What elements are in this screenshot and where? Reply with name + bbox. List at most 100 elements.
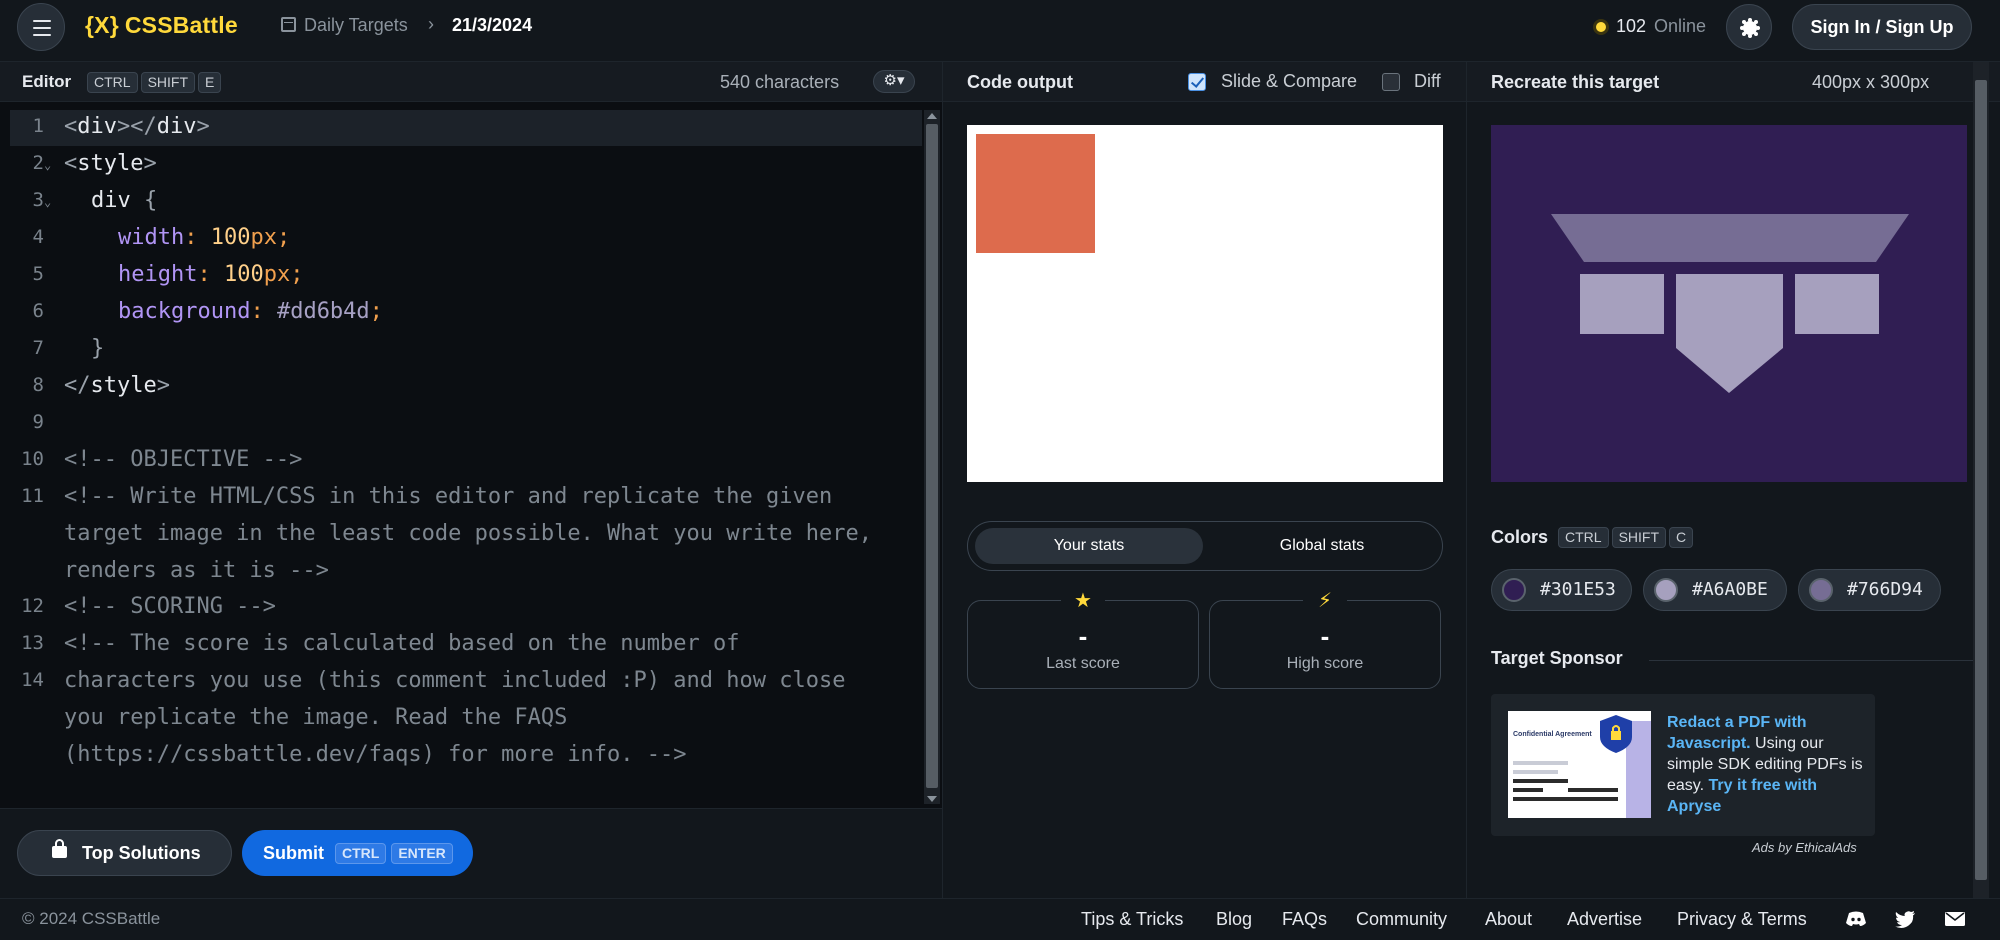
lock-icon — [52, 839, 67, 858]
code-line: } — [91, 336, 105, 361]
line-number: 11 — [21, 485, 44, 507]
line-number: 5 — [32, 263, 44, 285]
line-number: 9 — [32, 411, 44, 433]
color-swatch — [1502, 578, 1526, 602]
fold-chevron-icon[interactable]: ⌄ — [44, 195, 51, 209]
slide-compare-label[interactable]: Slide & Compare — [1221, 71, 1357, 92]
ad-image[interactable]: Confidential Agreement — [1508, 711, 1651, 818]
footer-link-about[interactable]: About — [1485, 909, 1532, 930]
logo-text: CSSBattle — [124, 12, 238, 38]
target-shapes — [1551, 214, 1909, 393]
code-line: <style> — [64, 151, 157, 176]
color-hex: #A6A0BE — [1692, 579, 1768, 600]
kbd-key: E — [198, 72, 222, 93]
twitter-icon[interactable] — [1895, 910, 1915, 928]
color-chip[interactable]: #766D94 — [1798, 569, 1941, 611]
ad-doc-title: Confidential Agreement — [1513, 731, 1592, 738]
last-score-value: - — [1078, 621, 1088, 651]
code-line: <div></div> — [64, 114, 210, 139]
footer-link-tips[interactable]: Tips & Tricks — [1081, 909, 1183, 930]
footer-link-blog[interactable]: Blog — [1216, 909, 1252, 930]
menu-button[interactable] — [17, 3, 65, 51]
submit-button[interactable]: Submit CTRL ENTER — [242, 830, 473, 876]
editor-scrollbar-thumb[interactable] — [926, 124, 938, 788]
ads-by-label[interactable]: Ads by EthicalAds — [1752, 840, 1857, 855]
code-output-preview[interactable] — [967, 125, 1443, 482]
lightning-icon: ⚡ — [1303, 588, 1347, 614]
color-chip[interactable]: #301E53 — [1491, 569, 1632, 611]
footer-link-privacy[interactable]: Privacy & Terms — [1677, 909, 1807, 930]
fold-chevron-icon[interactable]: ⌄ — [44, 158, 51, 172]
code-line: <!-- SCORING --> — [64, 594, 276, 619]
color-swatch — [1809, 578, 1833, 602]
line-number: 10 — [21, 448, 44, 470]
editor-title: Editor — [22, 72, 72, 91]
code-line: renders as it is --> — [64, 558, 329, 583]
ad-illustration: Confidential Agreement — [1508, 711, 1651, 818]
color-chip[interactable]: #A6A0BE — [1643, 569, 1787, 611]
mail-icon[interactable] — [1945, 910, 1965, 928]
kbd-key: CTRL — [335, 842, 387, 864]
top-solutions-button[interactable]: Top Solutions — [17, 830, 232, 876]
output-title: Code output — [967, 72, 1073, 92]
scroll-down-icon[interactable] — [927, 796, 937, 802]
kbd-key: ENTER — [391, 842, 453, 864]
output-square — [976, 134, 1095, 253]
discord-icon[interactable] — [1846, 910, 1866, 928]
logo[interactable]: {X} CSSBattle — [85, 12, 238, 39]
kbd-key: SHIFT — [140, 72, 196, 93]
target-trapezoid — [1551, 214, 1909, 262]
target-scrollbar-thumb[interactable] — [1975, 80, 1987, 880]
code-line: you replicate the image. Read the FAQS — [64, 705, 568, 730]
online-indicator-icon — [1593, 19, 1609, 35]
copyright: © 2024 CSSBattle — [22, 909, 161, 928]
scroll-up-icon[interactable] — [927, 113, 937, 119]
footer-link-advertise[interactable]: Advertise — [1567, 909, 1642, 930]
diff-label[interactable]: Diff — [1414, 71, 1441, 92]
high-score-label: High score — [1286, 655, 1364, 672]
editor-settings-button[interactable]: ⚙▾ — [873, 70, 915, 93]
last-score-card: ★ - Last score — [967, 588, 1199, 689]
tab-your-stats[interactable]: Your stats — [975, 528, 1203, 564]
kbd-key: SHIFT — [1611, 527, 1667, 548]
color-hex: #766D94 — [1847, 579, 1923, 600]
kbd-key: CTRL — [1558, 527, 1609, 548]
diff-checkbox[interactable] — [1382, 73, 1400, 91]
target-panel: Recreate this target 400px x 300px Color… — [1466, 62, 2000, 898]
code-line: characters you use (this comment include… — [64, 668, 846, 693]
slide-compare-checkbox[interactable] — [1188, 73, 1206, 91]
sun-icon — [1743, 21, 1757, 35]
breadcrumb-separator: › — [428, 14, 434, 34]
code-line: target image in the least code possible.… — [64, 521, 872, 546]
footer-link-community[interactable]: Community — [1356, 909, 1447, 930]
colors-shortcut: CTRL SHIFT C — [1555, 527, 1694, 548]
breadcrumb-daily-targets[interactable]: Daily Targets — [304, 15, 408, 36]
line-number: 7 — [32, 337, 44, 359]
ad-copy[interactable]: Redact a PDF with Javascript. Using our … — [1667, 712, 1867, 817]
line-number: 2 — [32, 152, 44, 174]
kbd-key: CTRL — [87, 72, 138, 93]
divider — [1649, 660, 1975, 661]
logo-mark: {X} — [85, 12, 119, 38]
kbd-key: C — [1669, 527, 1694, 548]
footer-link-faqs[interactable]: FAQs — [1282, 909, 1327, 930]
theme-toggle-button[interactable] — [1726, 4, 1772, 50]
footer: © 2024 CSSBattle Tips & Tricks Blog FAQs… — [0, 898, 2000, 940]
code-line: div { — [91, 188, 158, 213]
top-solutions-label: Top Solutions — [82, 842, 201, 863]
menu-icon-bar — [33, 34, 51, 36]
tab-global-stats[interactable]: Global stats — [1208, 528, 1436, 564]
output-panel: Code output Slide & Compare Diff Your st… — [942, 62, 1466, 898]
line-number: 13 — [21, 632, 44, 654]
code-editor[interactable]: 1 2 ⌄ 3 ⌄ 4 5 6 7 8 9 10 11 12 13 14 <di… — [10, 110, 922, 804]
sign-in-button[interactable]: Sign In / Sign Up — [1792, 4, 1972, 50]
output-header: Code output Slide & Compare Diff — [943, 62, 1466, 102]
target-image[interactable] — [1491, 125, 1967, 482]
colors-label: Colors — [1491, 527, 1549, 547]
character-count: 540 characters — [720, 72, 840, 92]
code-line: width: 100px; — [118, 225, 291, 250]
line-number: 14 — [21, 669, 44, 691]
target-pentagon — [1676, 274, 1783, 393]
sponsor-ad[interactable]: Confidential Agreement Redact a PDF with… — [1491, 694, 1875, 836]
code-line: <!-- Write HTML/CSS in this editor and r… — [64, 484, 833, 509]
